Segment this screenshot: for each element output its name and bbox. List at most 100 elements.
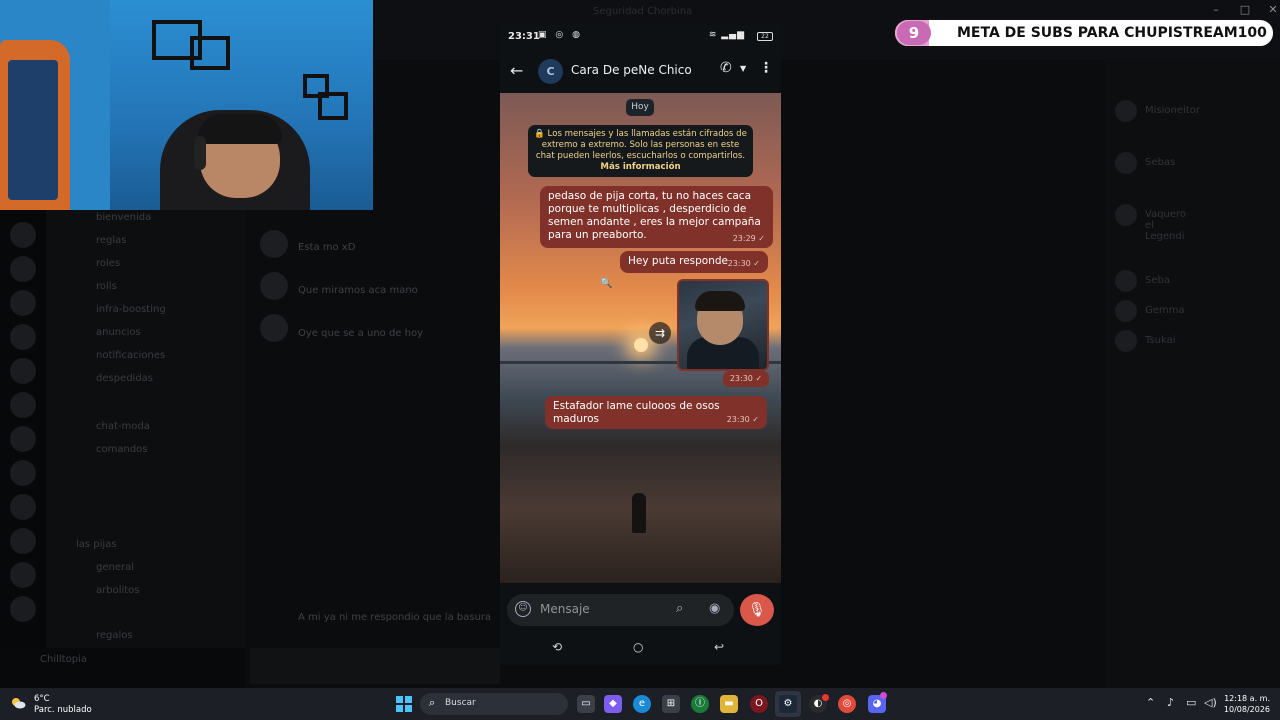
store-icon[interactable]: ⊞ — [662, 695, 680, 713]
channel-item[interactable]: roles — [96, 258, 120, 278]
clock-time: 12:18 a. m. — [1224, 694, 1270, 703]
sent-message[interactable]: Estafador lame culooos de osos maduros 2… — [545, 396, 767, 429]
emoji-icon[interactable]: ☺ — [515, 601, 531, 617]
server-icon[interactable] — [10, 256, 36, 282]
network-icon[interactable]: ▭ — [1186, 696, 1196, 709]
server-icon[interactable] — [10, 222, 36, 248]
screen: Seguridad Chorbina – □ ✕ bienvenida regl… — [0, 0, 1280, 720]
wall-shelf — [190, 36, 230, 70]
windows-start-icon[interactable] — [396, 696, 412, 712]
server-icon[interactable] — [10, 358, 36, 384]
more-options-icon[interactable]: ⋮ — [759, 60, 773, 76]
microphone-button[interactable]: 🎙 — [740, 594, 774, 626]
app-icon[interactable]: Ⓘ — [691, 695, 709, 713]
status-bar: 23:31 ▣ ◎ ◍ ≋ ▂▄▆ 22 — [500, 25, 781, 50]
server-icon[interactable] — [10, 562, 36, 588]
microphone-icon[interactable]: ♪ — [1167, 696, 1174, 709]
system-clock[interactable]: 12:18 a. m. 10/08/2026 — [1222, 693, 1270, 715]
wallpaper-figure — [632, 493, 646, 533]
discord-message-input[interactable] — [250, 648, 500, 684]
phone-call-icon[interactable]: ✆ — [720, 60, 732, 76]
channel-item[interactable]: despedidas — [96, 373, 153, 393]
file-explorer-icon[interactable]: ▬ — [720, 695, 738, 713]
channel-item[interactable]: arbolitos — [96, 585, 140, 605]
channel-item[interactable]: infra-boosting — [96, 304, 166, 324]
forward-icon[interactable]: ⇉ — [649, 322, 671, 344]
contact-name[interactable]: Cara De peNe Chico — [571, 63, 692, 77]
channel-item[interactable]: comandos — [96, 444, 148, 464]
partly-cloudy-icon — [12, 698, 26, 709]
server-icon[interactable] — [10, 596, 36, 622]
image-message[interactable] — [677, 279, 769, 371]
chat-message: Que miramos aca mano — [298, 285, 418, 296]
channel-item[interactable]: bienvenida — [96, 212, 151, 232]
sent-message[interactable]: Hey puta responde 23:30 ✓ — [620, 251, 768, 273]
message-time: 23:30 ✓ — [726, 415, 759, 424]
taskbar-search[interactable]: ⌕ Buscar — [420, 693, 568, 715]
attach-icon[interactable]: ⌕ — [676, 601, 683, 616]
search-icon: ⌕ — [429, 696, 436, 709]
member-list: Misioneitor Sebas Vaquero el Legendi Seb… — [1105, 60, 1280, 688]
channel-item[interactable]: anuncios — [96, 327, 141, 347]
camera-icon[interactable]: ◉ — [709, 601, 720, 616]
sub-goal-bar: 9 META DE SUBS PARA CHUPISTREAM100 — [893, 18, 1275, 48]
wallpaper-sun — [634, 338, 648, 352]
channel-item[interactable]: regalos — [96, 630, 133, 650]
server-icon[interactable] — [10, 494, 36, 520]
more-info-link[interactable]: Más información — [600, 162, 680, 172]
recents-icon[interactable]: ⟲ — [552, 640, 562, 654]
back-arrow-icon[interactable]: ← — [510, 61, 523, 80]
sub-goal-label: META DE SUBS PARA CHUPISTREAM100 — [957, 25, 1267, 41]
chevron-down-icon[interactable]: ▼ — [740, 64, 746, 73]
zoom-cursor-icon: 🔍 — [600, 278, 613, 289]
channel-item[interactable]: rolls — [96, 281, 117, 301]
notification-icons: ▣ ◎ ◍ — [538, 30, 583, 40]
chat-message: Oye que se a uno de hoy — [298, 328, 424, 339]
message-compose-bar[interactable]: ☺ Mensaje ⌕ ◉ — [507, 594, 734, 626]
avatar — [260, 230, 288, 258]
chevron-up-icon[interactable]: ⌃ — [1146, 696, 1155, 709]
channel-item[interactable]: general — [96, 562, 134, 582]
compose-placeholder[interactable]: Mensaje — [540, 602, 590, 616]
message-time: 23:30 ✓ — [727, 259, 760, 268]
headset — [194, 136, 206, 170]
streamer-hair — [198, 114, 282, 144]
steam-icon[interactable]: ⚙ — [779, 695, 797, 713]
home-icon[interactable]: ○ — [633, 640, 643, 654]
edge-icon[interactable]: e — [633, 695, 651, 713]
server-icon[interactable] — [10, 324, 36, 350]
wall-shelf — [318, 92, 348, 120]
avatar — [260, 272, 288, 300]
close-icon[interactable]: ✕ — [1266, 4, 1280, 16]
message-time: 23:29 ✓ — [732, 234, 765, 243]
volume-icon[interactable]: ◁) — [1204, 696, 1217, 709]
chat-message: A mi ya ni me respondio que la basura — [298, 612, 492, 623]
weather-temp: 6°C — [34, 694, 50, 704]
maximize-icon[interactable]: □ — [1238, 4, 1252, 16]
copilot-icon[interactable]: ◆ — [604, 695, 622, 713]
channel-item[interactable]: notificaciones — [96, 350, 165, 370]
back-icon[interactable]: ↩ — [714, 640, 724, 654]
task-view-icon[interactable]: ▭ — [577, 695, 595, 713]
encryption-notice[interactable]: 🔒 Los mensajes y las llamadas están cifr… — [528, 125, 753, 177]
contact-avatar[interactable]: C — [538, 59, 563, 84]
chat-header: ← C Cara De peNe Chico ✆ ▼ ⋮ — [500, 50, 781, 93]
windows-taskbar: 6°C Parc. nublado ⌕ Buscar ▭ ◆ e ⊞ Ⓘ ▬ O… — [0, 688, 1280, 720]
opera-icon[interactable]: O — [750, 695, 768, 713]
server-icon[interactable] — [10, 426, 36, 452]
avatar — [260, 314, 288, 342]
weather-desc: Parc. nublado — [34, 705, 92, 715]
server-icon[interactable] — [10, 290, 36, 316]
sent-message[interactable]: pedaso de pija corta, tu no haces caca p… — [540, 186, 773, 248]
server-icon[interactable] — [10, 392, 36, 418]
server-icon[interactable] — [10, 460, 36, 486]
notification-badge — [880, 692, 887, 699]
window-title: Seguridad Chorbina — [593, 6, 693, 17]
server-icon[interactable] — [10, 528, 36, 554]
channel-item[interactable]: las pijas — [76, 539, 117, 559]
discord-chat: Esta mo xD Que miramos aca mano Oye que … — [250, 210, 500, 688]
channel-item[interactable]: reglas — [96, 235, 127, 255]
channel-item[interactable]: chat-moda — [96, 421, 150, 441]
minimize-icon[interactable]: – — [1209, 4, 1223, 16]
chrome-icon[interactable]: ◎ — [838, 695, 856, 713]
